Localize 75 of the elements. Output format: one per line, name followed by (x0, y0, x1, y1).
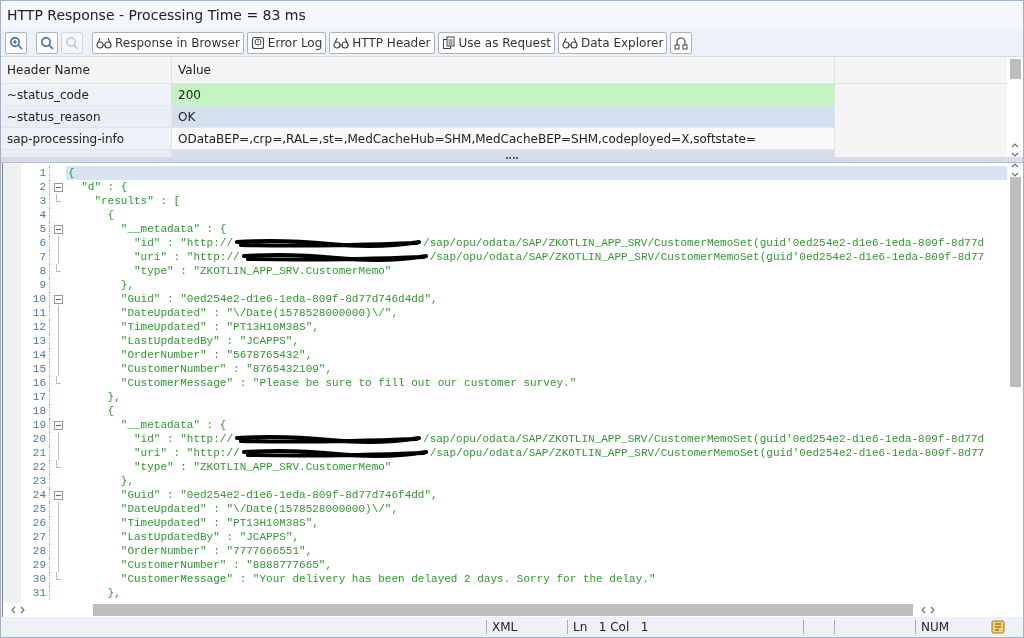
copy-icon (441, 35, 456, 50)
table-cell: ODataBEP=,crp=,RAL=,st=,MedCacheHub=SHM,MedCacheBEP=SHM,codeployed=X,softstate= (172, 128, 835, 150)
scroll-thumb[interactable] (1009, 177, 1021, 387)
code-line: "__metadata" : { (119, 419, 227, 431)
code-line: }, (106, 587, 121, 599)
code-line: "Guid" : "0ed254e2-d1e6-1eda-809f-8d77d746f4dd", (119, 489, 438, 501)
code-line: { (106, 209, 115, 221)
code-line: "CustomerMessage" : "Please be sure to fill out our customer survey." (119, 377, 577, 389)
scroll-thumb[interactable] (93, 604, 913, 616)
horizontal-scrollbar[interactable] (2, 603, 1023, 617)
code-line: "d" : { (80, 181, 128, 193)
code-line: "OrderNumber" : "7777666551", (119, 545, 313, 557)
glasses-icon (333, 36, 350, 49)
glasses-icon (96, 36, 112, 49)
glasses-icon (561, 36, 578, 49)
code-line: "uri" : "http:// (133, 251, 240, 263)
code-line: "type" : "ZKOTLIN_APP_SRV.CustomerMemo" (133, 265, 392, 277)
scroll-arrows-icon[interactable] (11, 606, 25, 614)
scroll-thumb[interactable] (1009, 59, 1021, 79)
scroll-arrows-icon[interactable] (1011, 143, 1019, 157)
splitter-handle[interactable] (1, 157, 1023, 163)
code-line: /sap/opu/odata/SAP/ZKOTLIN_APP_SRV/CustomerMemoSet(guid'0ed254e2-d1e6-1eda-809f-8d77d (423, 237, 985, 249)
code-line: "Guid" : "0ed254e2-d1e6-1eda-809f-8d77d746d4dd", (119, 293, 438, 305)
code-line: "TimeUpdated" : "PT13H10M38S", (119, 517, 319, 529)
code-line: "DateUpdated" : "\/Date(1578528000000)\/", (119, 503, 399, 515)
collapse-icon[interactable] (53, 490, 63, 500)
code-line: { (106, 405, 115, 417)
code-line: "id" : "http:// (133, 433, 234, 445)
zoom-in-icon (9, 35, 23, 50)
table-cell: ~status_reason (1, 106, 172, 128)
code-line: }, (119, 475, 134, 487)
code-line: "CustomerMessage" : "Your delivery has been delayed 2 days. Sorry for the delay." (119, 573, 656, 585)
scroll-arrows-icon[interactable] (921, 606, 935, 614)
code-line: "LastUpdatedBy" : "JCAPPS", (119, 335, 300, 347)
code-line: "__metadata" : { (119, 223, 227, 235)
code-line: "id" : "http:// (133, 237, 234, 249)
toolbar-button[interactable]: Data Explorer (557, 31, 668, 54)
scrollbar[interactable] (1007, 57, 1023, 157)
search-icon (40, 35, 54, 50)
error-log-icon (250, 35, 265, 50)
search-next-icon (65, 35, 79, 50)
toolbar-button[interactable]: HTTP Header (329, 31, 435, 54)
status-format: XML (486, 620, 567, 634)
table-cell: sap-processing-info (1, 128, 172, 150)
code-line: }, (119, 279, 134, 291)
code-line: "DateUpdated" : "\/Date(1578528000000)\/", (119, 307, 399, 319)
code-line: "results" : [ (93, 195, 181, 207)
toolbar-button[interactable]: Response in Browser (92, 31, 244, 54)
code-line: "LastUpdatedBy" : "JCAPPS", (119, 531, 300, 543)
scroll-arrows-icon[interactable] (1011, 163, 1019, 177)
table-cell: 200 (172, 84, 835, 106)
toolbar-button[interactable]: Error Log (246, 31, 327, 54)
table-cell: OK (172, 106, 835, 128)
code-line: /sap/opu/odata/SAP/ZKOTLIN_APP_SRV/CustomerMemoSet(guid'0ed254e2-d1e6-1eda-809f-8d77 (429, 447, 985, 459)
code-line: "OrderNumber" : "5678765432", (119, 349, 313, 361)
code-line: { (68, 167, 75, 179)
collapse-icon[interactable] (53, 182, 63, 192)
code-line: /sap/opu/odata/SAP/ZKOTLIN_APP_SRV/CustomerMemoSet(guid'0ed254e2-d1e6-1eda-809f-8d77 (429, 251, 985, 263)
table-cell: ~status_code (1, 84, 172, 106)
cursor-position: Ln 1 Col 1 (567, 620, 803, 634)
code-line: }, (106, 391, 121, 403)
code-line: "TimeUpdated" : "PT13H10M38S", (119, 321, 319, 333)
collapse-icon[interactable] (53, 224, 63, 234)
toolbar-button[interactable]: Use as Request (437, 31, 555, 54)
window-title: HTTP Response - Processing Time = 83 ms (7, 7, 306, 23)
zoom-button[interactable] (5, 31, 27, 54)
toolbar-icon-button[interactable] (670, 31, 693, 54)
code-line: /sap/opu/odata/SAP/ZKOTLIN_APP_SRV/CustomerMemoSet(guid'0ed254e2-d1e6-1eda-809f-8d77d (423, 433, 985, 445)
collapse-icon[interactable] (53, 294, 63, 304)
code-line: "CustomerNumber" : "8888777665", (119, 559, 333, 571)
collapse-icon[interactable] (53, 420, 63, 430)
find-button[interactable] (36, 31, 58, 54)
code-line: "uri" : "http:// (133, 447, 240, 459)
code-line: "type" : "ZKOTLIN_APP_SRV.CustomerMemo" (133, 461, 392, 473)
code-line: "CustomerNumber" : "8765432109", (119, 363, 333, 375)
